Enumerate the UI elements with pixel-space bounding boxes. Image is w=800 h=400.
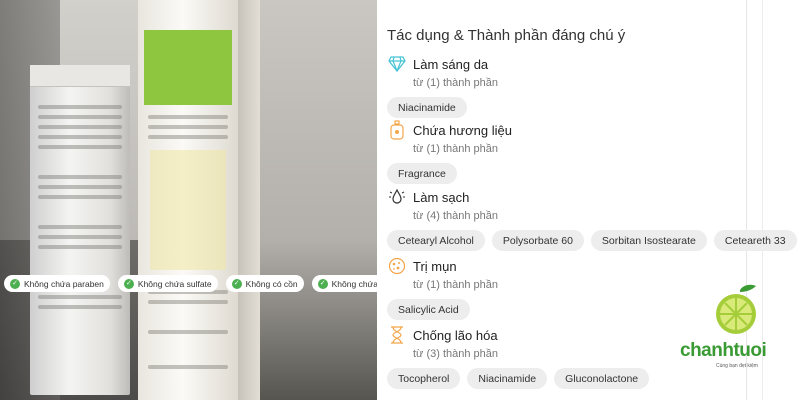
effect-name: Làm sạch — [413, 189, 470, 205]
ingredient-chip[interactable]: Polysorbate 60 — [491, 230, 584, 251]
effect-group-fragrance: Chứa hương liệu từ (1) thành phần Fragra… — [387, 120, 512, 184]
tube-print — [38, 105, 122, 109]
box-print — [148, 125, 228, 129]
ingredient-chip[interactable]: Sorbitan Isostearate — [590, 230, 707, 251]
perfume-bottle-icon — [387, 120, 407, 140]
tube-print — [38, 225, 122, 229]
ingredient-chip[interactable]: Tocopherol — [387, 368, 461, 389]
effect-name: Chống lão hóa — [413, 327, 498, 343]
product-box — [138, 0, 238, 400]
brand-logo: chanhtuoi Cùng bạn đẹt kiệm — [680, 280, 790, 370]
badge-silicone-free: ✓ Không chứa silicone — [311, 275, 377, 292]
tube-print — [38, 295, 122, 299]
badge-label: Không chứa silicone — [331, 278, 377, 289]
check-icon: ✓ — [10, 278, 20, 289]
effect-source-count: từ (1) thành phần — [413, 279, 499, 291]
check-icon: ✓ — [317, 278, 328, 289]
check-icon: ✓ — [231, 278, 242, 289]
logo-tagline: Cùng bạn đẹt kiệm — [716, 363, 758, 369]
hourglass-icon — [387, 325, 407, 345]
tube-print — [38, 115, 122, 119]
ingredient-chip[interactable]: Cetearyl Alcohol — [387, 230, 485, 251]
ingredient-chip[interactable]: Niacinamide — [467, 368, 548, 389]
effect-source-count: từ (4) thành phần — [413, 210, 499, 222]
badge-label: Không chứa paraben — [24, 278, 104, 289]
tube-print — [38, 145, 122, 149]
box-print — [148, 115, 228, 119]
ingredient-chip[interactable]: Fragrance — [387, 163, 457, 184]
panel-title: Tác dụng & Thành phần đáng chú ý — [387, 27, 626, 44]
effect-source-count: từ (1) thành phần — [413, 143, 499, 155]
ingredient-chip[interactable]: Gluconolactone — [554, 368, 650, 389]
photo-background — [260, 0, 377, 400]
tube-cap — [30, 65, 130, 87]
free-from-badges: ✓ Không chứa paraben ✓ Không chứa sulfat… — [4, 275, 377, 293]
box-green-panel — [144, 30, 232, 105]
ingredient-chip[interactable]: Salicylic Acid — [387, 299, 470, 320]
effect-name: Chứa hương liệu — [413, 122, 512, 138]
cleanse-drop-icon — [387, 187, 407, 207]
ingredient-chip[interactable]: Ceteareth 33 — [713, 230, 797, 251]
effect-name: Làm sáng da — [413, 56, 489, 72]
tube-print — [38, 235, 122, 239]
product-box-side — [238, 0, 260, 400]
effect-name: Trị mụn — [413, 258, 457, 274]
tube-print — [38, 125, 122, 129]
tube-print — [38, 305, 122, 309]
tube-print — [38, 245, 122, 249]
diamond-icon — [387, 54, 407, 74]
lemon-icon — [716, 284, 756, 334]
logo-wordmark: chanhtuoi — [680, 340, 767, 361]
badge-label: Không có cồn — [245, 278, 298, 289]
product-photo: ✓ Không chứa paraben ✓ Không chứa sulfat… — [0, 0, 377, 400]
check-icon: ✓ — [123, 278, 134, 289]
box-print — [148, 365, 228, 369]
product-tube — [30, 65, 130, 395]
effect-source-count: từ (3) thành phần — [413, 348, 499, 360]
effect-group-anti-aging: Chống lão hóa từ (3) thành phần Tocopher… — [387, 325, 650, 389]
tube-print — [38, 185, 122, 189]
badge-sulfate-free: ✓ Không chứa sulfate — [117, 275, 218, 292]
effect-group-brightening: Làm sáng da từ (1) thành phần Niacinamid… — [387, 54, 498, 118]
tube-print — [38, 135, 122, 139]
box-print — [148, 300, 228, 304]
tube-print — [38, 175, 122, 179]
badge-alcohol-free: ✓ Không có cồn — [225, 275, 304, 292]
box-print — [148, 135, 228, 139]
badge-label: Không chứa sulfate — [137, 278, 212, 289]
effect-group-cleansing: Làm sạch từ (4) thành phần Cetearyl Alco… — [387, 187, 797, 251]
effect-group-acne: Trị mụn từ (1) thành phần Salicylic Acid — [387, 256, 498, 320]
tube-print — [38, 195, 122, 199]
acne-icon — [387, 256, 407, 276]
ingredient-chip[interactable]: Niacinamide — [387, 97, 467, 118]
box-sticker — [150, 150, 226, 270]
badge-paraben-free: ✓ Không chứa paraben — [4, 275, 110, 292]
effect-source-count: từ (1) thành phần — [413, 77, 499, 89]
box-print — [148, 330, 228, 334]
